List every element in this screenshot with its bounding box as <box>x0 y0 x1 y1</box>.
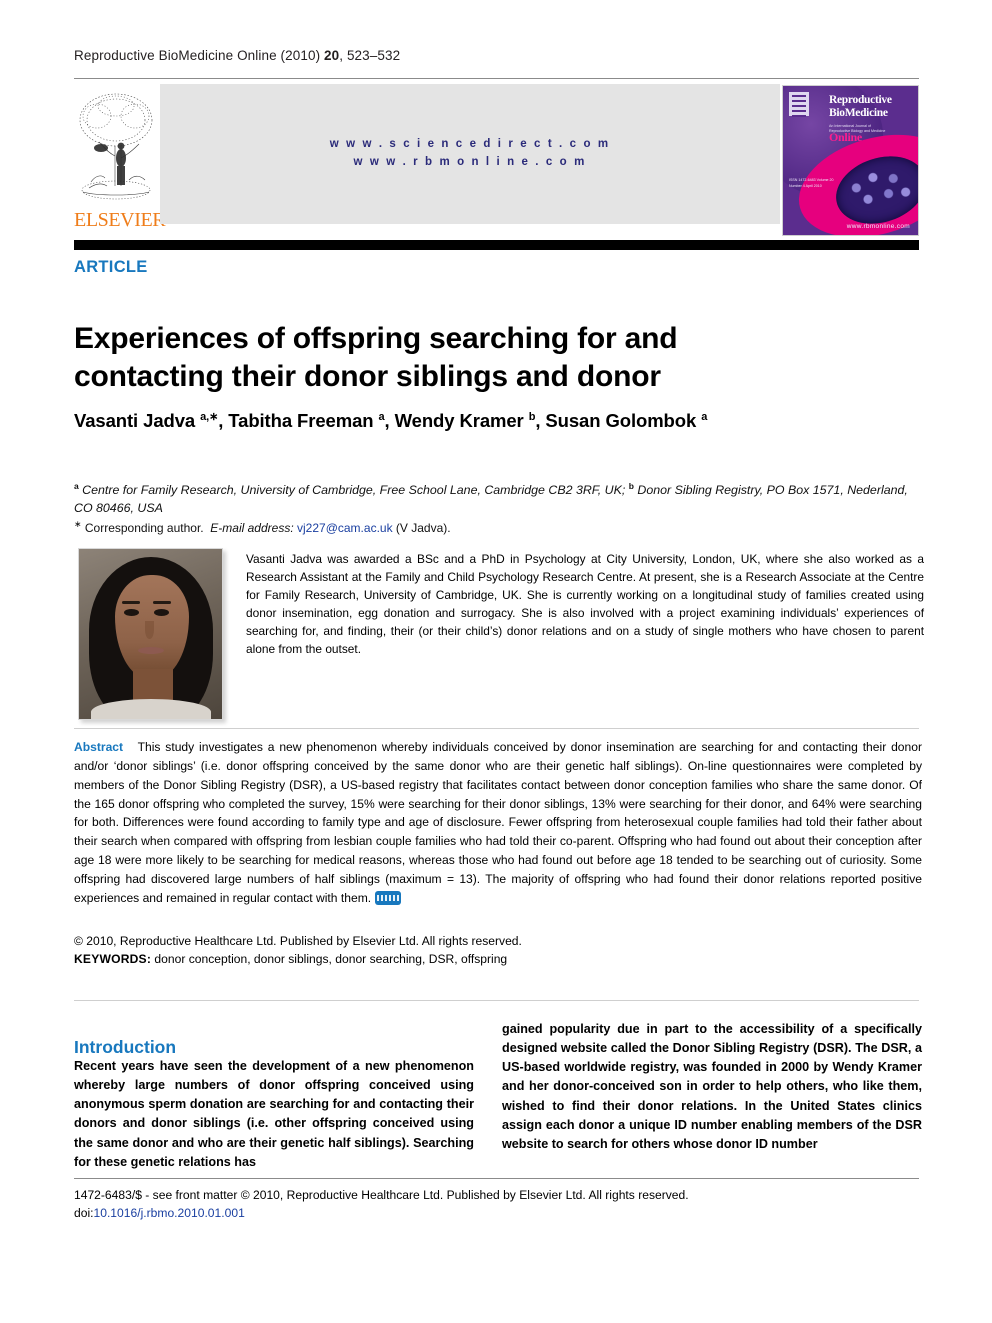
elsevier-logo: ELSEVIER <box>74 84 166 236</box>
cover-title: Reproductive BioMedicine Online <box>829 94 917 144</box>
journal-cover-thumbnail: Reproductive BioMedicine Online An Inter… <box>782 85 919 236</box>
body-divider <box>74 1000 919 1001</box>
body-column-right: gained popularity due in part to the acc… <box>502 1022 922 1151</box>
cover-subtitle: An International Journal of Reproductive… <box>829 124 886 134</box>
journal-urls: w w w . s c i e n c e d i r e c t . c o … <box>330 136 610 172</box>
cover-url: www.rbmonline.com <box>846 223 910 230</box>
footer-divider <box>74 1178 919 1179</box>
keywords-values: donor conception, donor siblings, donor … <box>151 952 508 966</box>
corresponding-author-note: ∗ Corresponding author. E-mail address: … <box>74 519 451 535</box>
cover-issn-badge <box>789 92 809 117</box>
cover-title-line1: Reproductive <box>829 94 892 106</box>
abstract-copyright: © 2010, Reproductive Healthcare Ltd. Pub… <box>74 934 522 948</box>
sciencedirect-band: w w w . s c i e n c e d i r e c t . c o … <box>160 84 780 224</box>
running-head-pages: , 523–532 <box>339 48 401 63</box>
page-title: Experiences of offspring searching for a… <box>74 322 678 394</box>
author-list: Vasanti Jadva a,∗, Tabitha Freeman a, We… <box>74 410 708 432</box>
portrait-eye-left <box>124 609 139 616</box>
masthead: ELSEVIER w w w . s c i e n c e d i r e c… <box>74 84 919 236</box>
elsevier-tree-icon <box>79 93 153 200</box>
elsevier-wordmark: ELSEVIER <box>74 209 166 231</box>
header-divider <box>74 78 919 79</box>
running-head: Reproductive BioMedicine Online (2010) 2… <box>74 48 919 63</box>
footer-front-matter: 1472-6483/$ - see front matter © 2010, R… <box>74 1188 689 1202</box>
portrait-eye-right <box>154 609 169 616</box>
running-head-volume: 20 <box>324 48 340 63</box>
author-biography: Vasanti Jadva was awarded a BSc and a Ph… <box>246 552 924 657</box>
abstract-divider <box>74 728 919 729</box>
doi-value[interactable]: 10.1016/j.rbmo.2010.01.001 <box>94 1206 245 1220</box>
sciencedirect-url[interactable]: w w w . s c i e n c e d i r e c t . c o … <box>330 136 610 154</box>
body-column-left: Recent years have seen the development o… <box>74 1059 474 1169</box>
cover-issue-note: ISSN 1472-6483 Volume 20 Number 4 April … <box>789 178 834 188</box>
footer-doi: doi:10.1016/j.rbmo.2010.01.001 <box>74 1204 919 1222</box>
masthead-black-bar <box>74 240 919 250</box>
section-heading-introduction: Introduction <box>74 1036 177 1057</box>
doi-prefix: doi: <box>74 1206 94 1221</box>
article-page: Reproductive BioMedicine Online (2010) 2… <box>0 0 992 1323</box>
footer: 1472-6483/$ - see front matter © 2010, R… <box>74 1186 919 1223</box>
rbmonline-url[interactable]: w w w . r b m o n l i n e . c o m <box>330 154 610 172</box>
keywords-line: KEYWORDS: donor conception, donor siblin… <box>74 950 922 968</box>
cover-title-line2: BioMedicine <box>829 106 888 119</box>
keywords-label: KEYWORDS: <box>74 952 152 966</box>
article-type-label: ARTICLE <box>74 258 148 276</box>
affiliations: a Centre for Family Research, University… <box>74 481 908 515</box>
abstract-text: This study investigates a new phenomenon… <box>74 740 922 905</box>
rbm-online-badge-icon <box>375 890 402 905</box>
abstract-block: Abstract This study investigates a new p… <box>74 738 922 908</box>
abstract-label: Abstract <box>74 740 124 754</box>
running-head-journal: Reproductive BioMedicine Online (2010) <box>74 48 325 63</box>
avatar <box>78 548 223 720</box>
